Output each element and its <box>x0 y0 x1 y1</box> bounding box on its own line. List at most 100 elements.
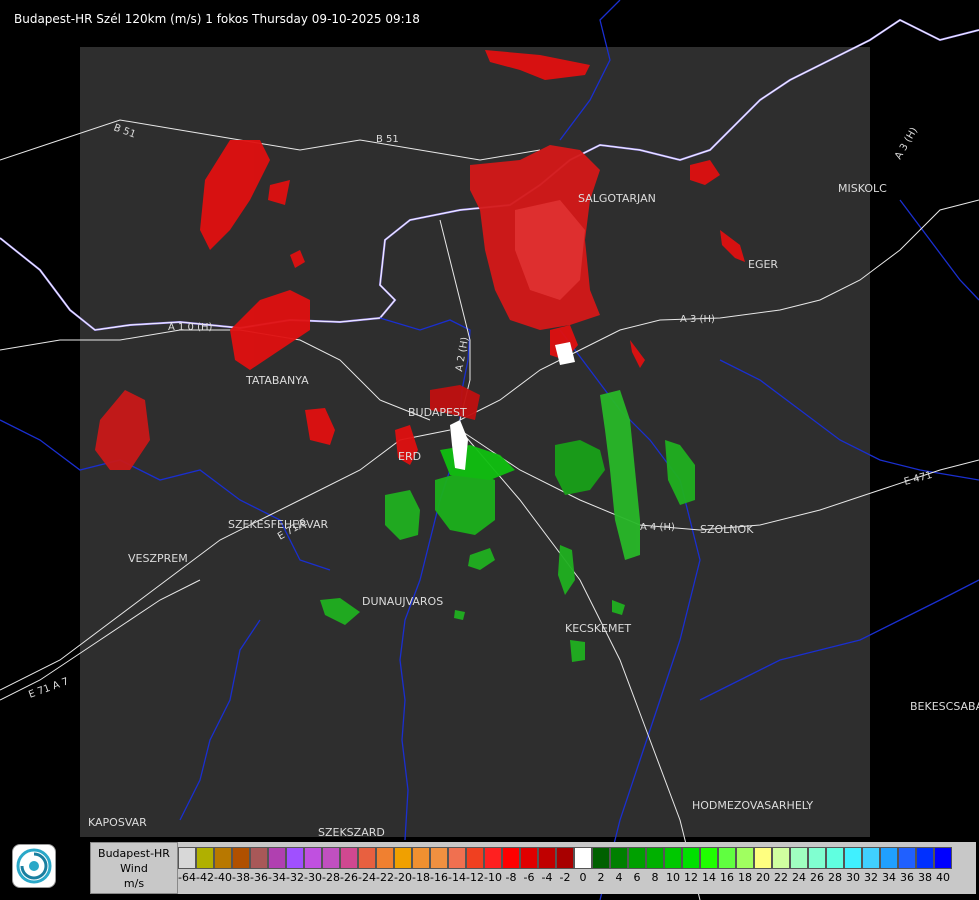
city-label: MISKOLC <box>838 182 887 195</box>
legend-swatch <box>520 847 538 869</box>
legend-swatches <box>178 847 952 869</box>
legend-swatch <box>466 847 484 869</box>
legend-tick-label: -42 <box>196 871 214 884</box>
legend-tick-label: 40 <box>936 871 950 884</box>
legend-tick-label: -10 <box>484 871 502 884</box>
legend-tick-label: -14 <box>448 871 466 884</box>
legend-tick-label: 8 <box>651 871 659 884</box>
legend-swatch <box>592 847 610 869</box>
city-label: SZEKESFEHERVAR <box>228 518 329 531</box>
legend-swatch <box>340 847 358 869</box>
city-label: BEKESCSABA <box>910 700 979 713</box>
legend-tick-label: -4 <box>541 871 553 884</box>
legend-tick-label: 30 <box>846 871 860 884</box>
legend-swatch <box>574 847 592 869</box>
legend-tick-label: -28 <box>322 871 340 884</box>
legend-swatch <box>556 847 574 869</box>
legend-swatch <box>484 847 502 869</box>
road-label: A 3 (H) <box>680 314 715 325</box>
city-label: BUDAPEST <box>408 406 467 419</box>
legend-tick-label: 22 <box>774 871 788 884</box>
legend-tick-label: -64 <box>178 871 196 884</box>
legend-tick-label: -22 <box>376 871 394 884</box>
city-label: SZEKSZARD <box>318 826 385 839</box>
legend-tick-label: 18 <box>738 871 752 884</box>
legend-tick-label: 34 <box>882 871 896 884</box>
road-label: E 471 <box>903 470 933 488</box>
legend-tick-label: -2 <box>559 871 571 884</box>
legend-swatch <box>376 847 394 869</box>
legend-tick-label: 26 <box>810 871 824 884</box>
legend-swatch <box>862 847 880 869</box>
legend-tick-label: -32 <box>286 871 304 884</box>
legend-label-box: Budapest-HR Wind m/s <box>90 842 178 894</box>
legend-swatch <box>736 847 754 869</box>
legend-unit: m/s <box>123 877 145 890</box>
legend-tick-label: 0 <box>579 871 587 884</box>
legend-tick-label: 36 <box>900 871 914 884</box>
legend-swatch <box>844 847 862 869</box>
legend-tick-label: -6 <box>523 871 535 884</box>
city-label: TATABANYA <box>245 374 309 387</box>
legend-swatch <box>880 847 898 869</box>
legend-swatch <box>322 847 340 869</box>
legend-tick-label: -16 <box>430 871 448 884</box>
legend-tick-label: -18 <box>412 871 430 884</box>
legend-swatch <box>286 847 304 869</box>
legend-tick-label: -30 <box>304 871 322 884</box>
legend-swatch <box>772 847 790 869</box>
legend-swatch <box>934 847 952 869</box>
logo-icon <box>12 844 56 888</box>
legend-swatch <box>268 847 286 869</box>
legend-color-scale: -64 -42 -40 -38 -36 -34 -32 -30 -28 -26 -24 -22 -20-… <box>178 847 952 889</box>
legend-radar-name: Budapest-HR <box>98 847 170 860</box>
legend-tick-label: -12 <box>466 871 484 884</box>
legend-tick-label: 6 <box>633 871 641 884</box>
legend-tick-label: 2 <box>597 871 605 884</box>
radar-map: TATABANYA BUDAPEST ERD SZEKESFEHERVAR VE… <box>0 0 979 900</box>
legend-swatch <box>826 847 844 869</box>
legend-swatch <box>700 847 718 869</box>
legend-swatch <box>178 847 196 869</box>
city-label: VESZPREM <box>128 552 188 565</box>
road-label: A 3 (H) <box>893 126 920 162</box>
city-label: KECSKEMET <box>565 622 631 635</box>
legend-swatch <box>808 847 826 869</box>
legend-tick-label: 16 <box>720 871 734 884</box>
legend-tick-label: 24 <box>792 871 806 884</box>
legend-swatch <box>430 847 448 869</box>
legend-swatch <box>790 847 808 869</box>
map-title: Budapest-HR Szél 120km (m/s) 1 fokos Thu… <box>14 12 420 26</box>
legend-swatch <box>394 847 412 869</box>
legend-tick-label: -8 <box>505 871 517 884</box>
legend-tick-label: 28 <box>828 871 842 884</box>
city-label: DUNAUJVAROS <box>362 595 443 608</box>
legend-swatch <box>196 847 214 869</box>
city-label: SALGOTARJAN <box>578 192 656 205</box>
legend-swatch <box>664 847 682 869</box>
legend-swatch <box>718 847 736 869</box>
legend-swatch <box>358 847 376 869</box>
legend-swatch <box>232 847 250 869</box>
legend-tick-label: -34 <box>268 871 286 884</box>
legend-tick-label: 4 <box>615 871 623 884</box>
legend-quantity: Wind <box>120 862 148 875</box>
legend-tick-label: -26 <box>340 871 358 884</box>
legend-swatch <box>916 847 934 869</box>
legend-swatch <box>754 847 772 869</box>
legend-tick-label: -20 <box>394 871 412 884</box>
city-label: HODMEZOVASARHELY <box>692 799 813 812</box>
road-label: E 71 A 7 <box>27 676 70 701</box>
city-label: KAPOSVAR <box>88 816 147 829</box>
legend-tick-label: -40 <box>214 871 232 884</box>
legend-tick-label: -38 <box>232 871 250 884</box>
city-label: SZOLNOK <box>700 523 754 536</box>
legend-swatch <box>214 847 232 869</box>
road-label: A 1 0 (H) <box>168 322 213 333</box>
legend-tick-label: -36 <box>250 871 268 884</box>
legend-swatch <box>646 847 664 869</box>
city-label: ERD <box>398 450 421 463</box>
legend-swatch <box>898 847 916 869</box>
legend-swatch <box>682 847 700 869</box>
legend-swatch <box>250 847 268 869</box>
